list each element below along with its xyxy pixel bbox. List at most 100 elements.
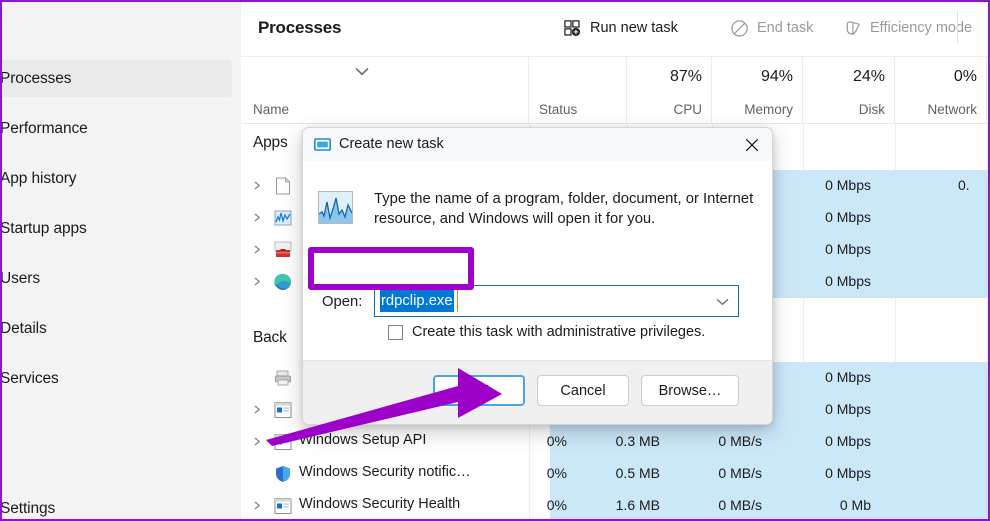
open-input[interactable]: rdpclip.exe [374,285,739,317]
admin-privileges-checkbox-row[interactable]: Create this task with administrative pri… [388,324,705,340]
dialog-body: Type the name of a program, folder, docu… [303,161,772,389]
column-value: 0% [953,68,977,85]
section-header-apps: Apps [253,134,288,151]
column-value: 94% [760,68,793,85]
open-input-value: rdpclip.exe [380,290,454,312]
chevron-right-icon[interactable] [253,245,262,254]
window-frame-icon [314,138,331,151]
chevron-right-icon[interactable] [253,213,262,222]
open-label: Open: [322,294,363,310]
sidebar-item-users[interactable]: Users [0,260,232,297]
column-value: 87% [669,68,702,85]
sidebar-item-label: Performance [0,119,88,137]
table-row[interactable]: Windows Security Health 0% 1.6 MB 0 MB/s… [241,490,990,521]
dialog-title-bar: Create new task [303,128,772,161]
run-new-task-button[interactable]: Run new task [563,13,678,43]
toolbar: Processes Run new task End task Efficien… [241,0,990,56]
end-task-button[interactable]: End task [730,13,813,43]
dialog-footer: OK Cancel Browse… [303,360,772,424]
cell-cpu: 0% [546,465,567,481]
new-task-icon [564,19,581,36]
process-name: Windows Security notific… [299,464,471,480]
process-name: Windows Setup API [299,432,427,448]
task-manager-window: Processes Performance App history Startu… [0,0,990,521]
column-header-memory[interactable]: 94% Memory [712,57,803,124]
cell-network: 0 Mbps [825,209,871,225]
column-label: CPU [673,102,702,117]
column-header-name[interactable]: Name [241,57,529,124]
end-task-label: End task [757,20,814,36]
create-new-task-dialog: Create new task Type the name of a progr… [302,127,773,425]
cell-network: 0 Mbps [825,433,871,449]
sidebar-item-startup-apps[interactable]: Startup apps [0,210,232,247]
cell-memory: 0.3 MB [615,433,660,449]
column-header-cpu[interactable]: 87% CPU [627,57,712,124]
edge-icon [274,273,292,290]
chevron-right-icon[interactable] [253,277,262,286]
sidebar: Processes Performance App history Startu… [0,0,241,521]
window-icon [274,402,292,418]
text-caret [457,289,458,312]
document-icon [276,177,291,195]
sidebar-item-app-history[interactable]: App history [0,160,232,197]
cell-memory: 1.6 MB [615,497,660,513]
taskmgr-icon [274,210,292,226]
column-value: 24% [852,68,885,85]
sidebar-item-performance[interactable]: Performance [0,110,232,147]
graph-icon [319,192,352,223]
sidebar-item-details[interactable]: Details [0,310,232,347]
window-icon [274,434,292,450]
efficiency-mode-button[interactable]: Efficiency mode [843,13,972,43]
chevron-down-icon[interactable] [716,298,729,306]
cell-disk: 0 MB/s [718,465,762,481]
cell-network: 0 Mb [839,497,871,513]
cell-network: 0 Mbps [825,465,871,481]
cell-disk: 0 MB/s [718,433,762,449]
cell-network: 0 Mbps [825,369,871,385]
dialog-description: Type the name of a program, folder, docu… [374,191,754,227]
ok-button[interactable]: OK [433,375,525,406]
toolbox-icon [274,241,292,257]
sidebar-item-label: App history [0,169,77,187]
sidebar-item-label: Startup apps [0,219,87,237]
chevron-right-icon[interactable] [253,405,262,414]
sidebar-item-services[interactable]: Services [0,360,232,397]
cell-network: 0 Mbps [825,177,871,193]
admin-privileges-label: Create this task with administrative pri… [412,324,706,340]
chevron-right-icon[interactable] [253,181,262,190]
page-title: Processes [258,18,342,37]
table-row[interactable]: Windows Security notific… 0% 0.5 MB 0 MB… [241,458,990,490]
column-header-row: Name Status 87% CPU 94% Memory 24% Disk … [241,56,990,124]
sidebar-item-settings[interactable]: Settings [0,500,55,518]
column-header-status[interactable]: Status [529,57,627,124]
chevron-down-icon [355,67,369,76]
cell-memory: 0.5 MB [615,465,660,481]
close-icon [745,138,758,151]
dialog-title: Create new task [339,136,444,152]
sidebar-item-label: Users [0,269,40,287]
cell-cpu: 0% [546,433,567,449]
cell-disk: 0 MB/s [718,497,762,513]
run-new-task-label: Run new task [590,20,678,36]
section-header-background: Back [253,329,287,346]
browse-button[interactable]: Browse… [641,375,739,406]
sidebar-item-label: Settings [0,500,56,517]
table-row[interactable]: Windows Setup API 0% 0.3 MB 0 MB/s 0 Mbp… [241,426,990,458]
sidebar-item-processes[interactable]: Processes [0,60,232,97]
leaf-icon [846,20,860,35]
printer-icon [275,370,291,386]
column-label: Memory [744,102,793,117]
column-header-network[interactable]: 0% Network [895,57,987,124]
admin-privileges-checkbox[interactable] [388,324,403,340]
window-icon [274,498,292,514]
chevron-right-icon[interactable] [253,437,262,446]
close-button[interactable] [729,128,772,161]
column-label: Name [253,102,290,117]
cell-network: 0 Mbps [825,273,871,289]
process-name: Windows Security Health [299,496,461,512]
chevron-right-icon[interactable] [253,501,262,510]
cancel-button[interactable]: Cancel [537,375,629,406]
cell-network: 0 Mbps [825,241,871,257]
column-label: Status [539,102,578,117]
column-header-disk[interactable]: 24% Disk [803,57,895,124]
